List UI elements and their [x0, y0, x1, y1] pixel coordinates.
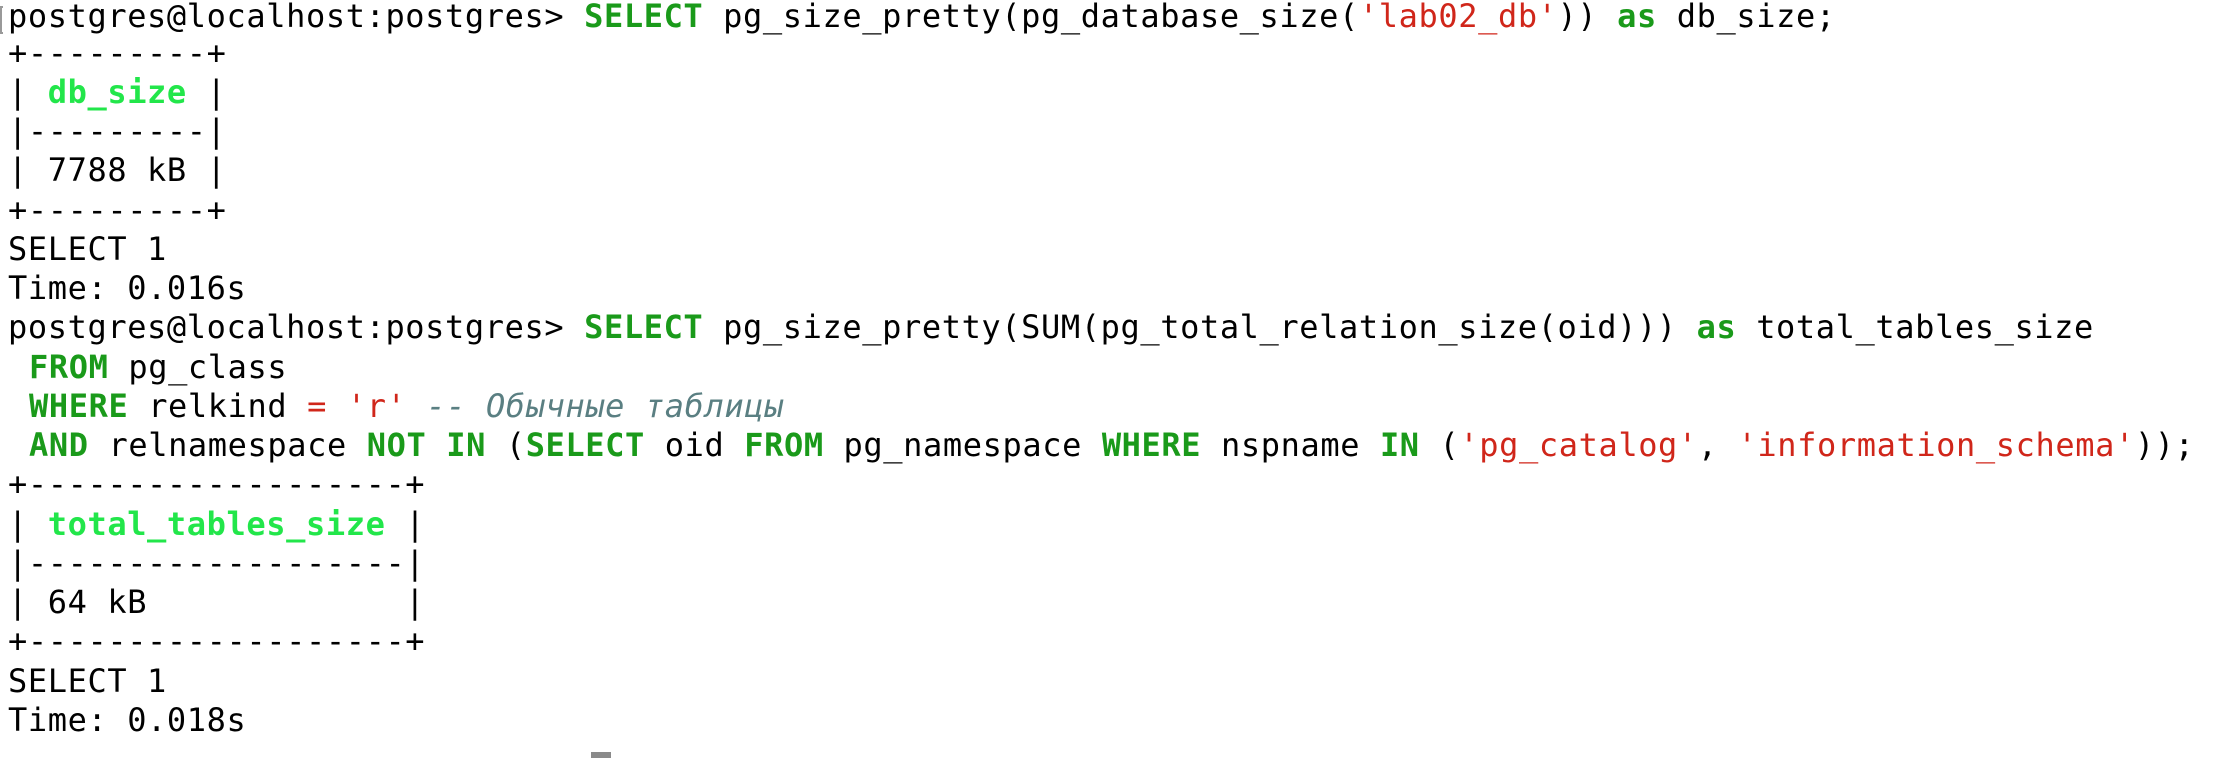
- query-text: ));: [2134, 426, 2195, 464]
- result-table-border-bottom: +-------------------+: [8, 622, 426, 660]
- query-text: pg_size_pretty(pg_database_size(: [703, 0, 1359, 35]
- query-text: )): [1557, 0, 1618, 35]
- keyword-and: AND: [29, 426, 89, 464]
- keyword-from: FROM: [29, 348, 109, 386]
- result-table-separator: |-------------------|: [8, 544, 426, 582]
- keyword-select: SELECT: [584, 308, 704, 346]
- query-continuation-from: FROM pg_class: [29, 347, 287, 387]
- query-text: ,: [1697, 426, 1738, 464]
- keyword-in: IN: [1379, 426, 1420, 464]
- query-text: (: [1419, 426, 1460, 464]
- prompt: postgres@localhost:postgres>: [8, 0, 585, 35]
- text-cursor: [591, 752, 611, 758]
- query-text: relkind: [128, 387, 308, 425]
- keyword-select: SELECT: [525, 426, 645, 464]
- query-text: [426, 426, 446, 464]
- command-line-1: postgres@localhost:postgres> SELECT pg_s…: [8, 0, 1836, 36]
- result-table-border-top: +---------+: [8, 34, 227, 72]
- operator-equals: =: [307, 387, 327, 425]
- string-literal: 'r': [346, 387, 407, 425]
- query-text: (: [485, 426, 526, 464]
- timing-line: Time: 0.018s: [8, 701, 247, 739]
- query-text: pg_namespace: [823, 426, 1102, 464]
- keyword-from: FROM: [744, 426, 824, 464]
- query-text: [327, 387, 347, 425]
- result-table-header-row: | total_tables_size |: [8, 504, 425, 544]
- prompt: postgres@localhost:postgres>: [8, 308, 585, 346]
- column-header-total-tables-size: total_tables_size: [47, 505, 386, 543]
- column-header-db-size: db_size: [47, 73, 187, 111]
- table-edge: |: [385, 505, 426, 543]
- result-table-border-top: +-------------------+: [8, 465, 426, 503]
- query-text: db_size;: [1656, 0, 1836, 35]
- string-literal: 'pg_catalog': [1459, 426, 1698, 464]
- query-text: pg_size_pretty(SUM(pg_total_relation_siz…: [703, 308, 1697, 346]
- selection-bracket-marker: [0, 6, 3, 34]
- result-table-border-bottom: +---------+: [8, 191, 227, 229]
- sql-comment: -- Обычные таблицы: [406, 387, 784, 425]
- status-line: SELECT 1: [8, 662, 167, 700]
- query-text: nspname: [1201, 426, 1380, 464]
- result-table-header-row: | db_size |: [8, 72, 227, 112]
- timing-line: Time: 0.016s: [8, 269, 247, 307]
- keyword-as: as: [1617, 0, 1657, 35]
- command-line-2: postgres@localhost:postgres> SELECT pg_s…: [8, 307, 2094, 347]
- result-table-separator: |---------|: [8, 112, 227, 150]
- query-continuation-and: AND relnamespace NOT IN (SELECT oid FROM…: [29, 425, 2194, 465]
- query-text: relnamespace: [88, 426, 367, 464]
- query-continuation-where: WHERE relkind = 'r' -- Обычные таблицы: [29, 386, 784, 426]
- keyword-select: SELECT: [584, 0, 704, 35]
- table-edge: |: [8, 73, 48, 111]
- keyword-as: as: [1696, 308, 1737, 346]
- query-text: oid: [644, 426, 745, 464]
- result-table-value-row: | 7788 kB |: [8, 151, 227, 189]
- keyword-where: WHERE: [1101, 426, 1202, 464]
- status-line: SELECT 1: [8, 230, 167, 268]
- string-literal: 'lab02_db': [1358, 0, 1558, 35]
- string-literal: 'information_schema': [1737, 426, 2135, 464]
- query-text: total_tables_size: [1736, 308, 2094, 346]
- query-text: pg_class: [108, 348, 288, 386]
- result-table-value-row: | 64 kB |: [8, 583, 426, 621]
- table-edge: |: [8, 505, 48, 543]
- terminal-window[interactable]: postgres@localhost:postgres> SELECT pg_s…: [0, 0, 2216, 758]
- keyword-where: WHERE: [29, 387, 129, 425]
- keyword-in: IN: [446, 426, 486, 464]
- keyword-not: NOT: [366, 426, 427, 464]
- table-edge: |: [186, 73, 227, 111]
